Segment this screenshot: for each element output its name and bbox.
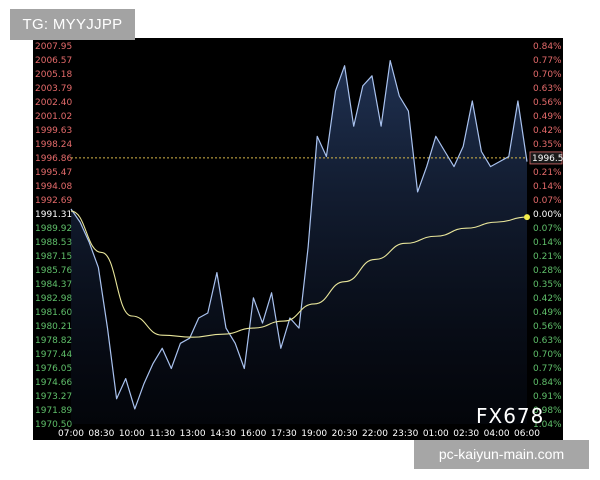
- percent-tick-label: 0.14%: [533, 182, 562, 192]
- percent-tick-label: 0.49%: [533, 112, 562, 122]
- price-tick-label: 1988.53: [35, 238, 72, 248]
- price-tick-label: 1985.76: [35, 266, 72, 276]
- time-tick-label: 06:00: [514, 429, 540, 439]
- percent-tick-label: 0.42%: [533, 294, 562, 304]
- percent-tick-label: 0.91%: [533, 392, 562, 402]
- price-tick-label: 1995.47: [35, 168, 72, 178]
- plot-area: 1996.53: [70, 60, 563, 424]
- time-tick-label: 10:00: [119, 429, 145, 439]
- percent-tick-label: 0.70%: [533, 70, 562, 80]
- price-tick-label: 1977.44: [35, 350, 72, 360]
- price-tick-label: 1996.86: [35, 154, 72, 164]
- percent-tick-label: 0.70%: [533, 350, 562, 360]
- price-tick-label: 1987.15: [35, 252, 72, 262]
- percent-tick-label: 0.35%: [533, 280, 562, 290]
- time-tick-label: 02:30: [453, 429, 479, 439]
- chart-frame: 2007.95 2006.57 2005.18 2003.79 2002.40 2001.…: [33, 38, 563, 440]
- price-tick-label: 1981.60: [35, 308, 72, 318]
- price-tick-label: 1991.31: [35, 210, 72, 220]
- percent-tick-label: 0.00%: [533, 210, 562, 220]
- percent-tick-label: 0.84%: [533, 378, 562, 388]
- time-tick-label: 01:00: [423, 429, 449, 439]
- price-tick-label: 2002.40: [35, 98, 72, 108]
- percent-tick-label: 0.56%: [533, 322, 562, 332]
- price-tick-label: 1994.08: [35, 182, 72, 192]
- percent-tick-label: 0.49%: [533, 308, 562, 318]
- price-tick-label: 1989.92: [35, 224, 72, 234]
- price-tick-label: 1978.82: [35, 336, 72, 346]
- time-tick-label: 17:30: [271, 429, 297, 439]
- price-tick-label: 1999.63: [35, 126, 72, 136]
- percent-tick-label: 0.21%: [533, 252, 562, 262]
- tg-label: TG: MYYJJPP: [10, 9, 135, 40]
- price-tick-label: 1980.21: [35, 322, 72, 332]
- percent-tick-label: 0.21%: [533, 168, 562, 178]
- time-tick-label: 23:30: [392, 429, 418, 439]
- price-tick-label: 1992.69: [35, 196, 72, 206]
- time-tick-label: 16:00: [240, 429, 266, 439]
- percent-tick-label: 0.77%: [533, 364, 562, 374]
- percent-tick-label: 0.07%: [533, 224, 562, 234]
- percent-axis: 0.84% 0.77% 0.70% 0.63% 0.56% 0.49% 0.42% 0.35%…: [533, 42, 562, 430]
- time-tick-label: 07:00: [58, 429, 84, 439]
- url-label: pc-kaiyun-main.com: [414, 440, 589, 469]
- time-tick-label: 13:00: [180, 429, 206, 439]
- price-tick-label: 1971.89: [35, 406, 72, 416]
- percent-tick-label: 0.28%: [533, 266, 562, 276]
- time-tick-label: 04:00: [484, 429, 510, 439]
- percent-tick-label: 0.42%: [533, 126, 562, 136]
- watermark-fx678: FX678: [476, 404, 545, 428]
- price-tick-label: 1982.98: [35, 294, 72, 304]
- price-chart: 2007.95 2006.57 2005.18 2003.79 2002.40 2001.…: [35, 42, 563, 439]
- price-tick-label: 1973.27: [35, 392, 72, 402]
- price-tick-label: 2006.57: [35, 56, 72, 66]
- average-end-dot: [524, 214, 530, 221]
- price-tick-label: 1976.05: [35, 364, 72, 374]
- percent-tick-label: 0.84%: [533, 42, 562, 52]
- price-tick-label: 1974.66: [35, 378, 72, 388]
- time-tick-label: 19:00: [301, 429, 327, 439]
- percent-tick-label: 0.63%: [533, 336, 562, 346]
- time-tick-label: 22:00: [362, 429, 388, 439]
- percent-tick-label: 0.14%: [533, 238, 562, 248]
- price-axis: 2007.95 2006.57 2005.18 2003.79 2002.40 2001.…: [35, 42, 72, 430]
- time-tick-label: 14:30: [210, 429, 236, 439]
- percent-tick-label: 0.77%: [533, 56, 562, 66]
- percent-tick-label: 0.56%: [533, 98, 562, 108]
- price-tick-label: 2005.18: [35, 70, 72, 80]
- percent-tick-label: 0.07%: [533, 196, 562, 206]
- price-tick-label: 1984.37: [35, 280, 72, 290]
- time-tick-label: 08:30: [88, 429, 114, 439]
- price-tick-label: 2007.95: [35, 42, 72, 52]
- price-tick-label: 2001.02: [35, 112, 72, 122]
- current-price-value: 1996.53: [532, 154, 563, 164]
- price-tick-label: 2003.79: [35, 84, 72, 94]
- time-tick-label: 20:30: [332, 429, 358, 439]
- price-area: [71, 60, 527, 424]
- percent-tick-label: 0.63%: [533, 84, 562, 94]
- time-axis: 07:00 08:30 10:00 11:30 13:00 14:30 16:00 17:30…: [58, 429, 540, 439]
- price-tick-label: 1998.24: [35, 140, 72, 150]
- percent-tick-label: 0.35%: [533, 140, 562, 150]
- time-tick-label: 11:30: [149, 429, 175, 439]
